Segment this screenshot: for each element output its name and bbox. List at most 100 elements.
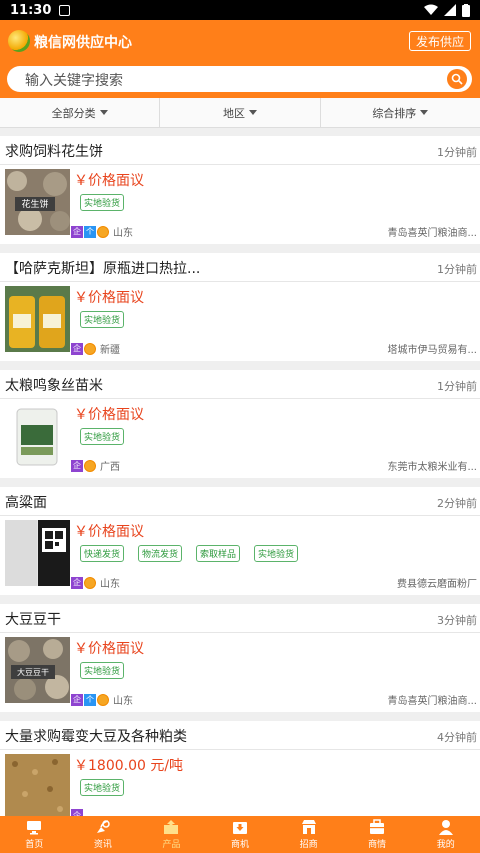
item-time: 1分钟前: [437, 263, 477, 276]
product-thumbnail: [5, 754, 70, 820]
tab-market[interactable]: 商情: [343, 816, 412, 853]
tag: 实地验货: [80, 662, 125, 679]
tab-label: 产品: [162, 840, 181, 850]
item-time: 1分钟前: [437, 380, 477, 393]
item-title: 大量求购霉变大豆及各种粕类: [5, 729, 187, 745]
satellite-icon: [96, 820, 110, 833]
item-badges: 企 山东: [71, 575, 120, 590]
item-tags: 实地验货: [80, 428, 125, 445]
publish-supply-button[interactable]: 发布供应: [409, 31, 471, 51]
tab-label: 我的: [436, 840, 455, 850]
search-input[interactable]: 输入关键字搜索: [25, 70, 123, 90]
item-time: 3分钟前: [437, 614, 477, 627]
company-badge-icon: 企: [71, 459, 83, 472]
divider: [0, 632, 480, 633]
list-item[interactable]: 大量求购霉变大豆及各种粕类 4分钟前 ￥1800.00 元/吨 实地验货 企: [0, 721, 480, 829]
filter-label: 全部分类: [51, 106, 96, 120]
item-price: ￥1800.00 元/吨: [74, 758, 184, 774]
item-title: 求购饲料花生饼: [5, 144, 103, 160]
company-badge-icon: 企: [71, 225, 83, 238]
item-region: 广西: [100, 462, 120, 473]
tag: 实地验货: [80, 311, 125, 328]
caret-down-icon: [99, 110, 108, 115]
status-time: 11:30: [10, 2, 52, 18]
filter-label: 地区: [222, 106, 245, 120]
company-badge-icon: 企: [71, 576, 83, 589]
gold-badge-icon: [84, 576, 96, 589]
divider: [0, 164, 480, 165]
app-title: 粮信网供应中心: [34, 35, 132, 51]
battery-icon: [462, 3, 470, 17]
list-item[interactable]: 太粮鸣象丝苗米 1分钟前 ￥价格面议 实地验货 企 广西 东莞市太粮米业有...: [0, 370, 480, 478]
wifi-icon: [424, 4, 438, 15]
product-thumbnail: [5, 286, 70, 352]
tab-label: 资讯: [93, 840, 112, 850]
gold-badge-icon: [84, 342, 96, 355]
search-icon: [451, 73, 463, 85]
tab-label: 招商: [299, 840, 318, 850]
item-title: 高粱面: [5, 495, 47, 511]
product-thumbnail: [5, 520, 70, 586]
status-bar: 11:30: [0, 0, 480, 20]
search-bar[interactable]: 输入关键字搜索: [7, 66, 472, 92]
tab-opportunities[interactable]: 商机: [206, 816, 275, 853]
status-icons: [424, 3, 470, 17]
item-badges: 企 个 山东: [71, 224, 133, 239]
filter-region[interactable]: 地区: [160, 98, 321, 127]
item-tags: 快递发货 物流发货 索取样品 实地验货: [80, 545, 299, 562]
item-company: 塔城市伊马贸易有...: [387, 345, 477, 356]
search-button[interactable]: [447, 69, 467, 89]
thumb-label: 花生饼: [21, 198, 48, 210]
list-item[interactable]: 求购饲料花生饼 1分钟前 花生饼 ￥价格面议 实地验货 企 个 山东 青岛喜英门…: [0, 136, 480, 244]
tag: 快递发货: [80, 545, 125, 562]
filter-sort[interactable]: 综合排序: [321, 98, 480, 127]
list-item[interactable]: 大豆豆干 3分钟前 大豆豆干 ￥价格面议 实地验货 企 个 山东 青岛喜英门粮油…: [0, 604, 480, 712]
filter-bar: 全部分类 地区 综合排序: [0, 98, 480, 128]
item-price: ￥价格面议: [74, 407, 144, 423]
item-badges: 企 广西: [71, 458, 120, 473]
item-price: ￥价格面议: [74, 641, 144, 657]
item-tags: 实地验货: [80, 194, 125, 211]
monitor-icon: [27, 821, 42, 835]
item-region: 山东: [113, 696, 133, 707]
divider: [0, 749, 480, 750]
shop-icon: [301, 820, 316, 834]
item-tags: 实地验货: [80, 779, 125, 796]
divider: [0, 398, 480, 399]
tab-label: 商机: [231, 840, 250, 850]
product-thumbnail: 花生饼: [5, 169, 70, 235]
tab-investment[interactable]: 招商: [274, 816, 343, 853]
item-price: ￥价格面议: [74, 173, 144, 189]
tab-products[interactable]: 产品: [137, 816, 206, 853]
list-item[interactable]: 高粱面 2分钟前 ￥价格面议 快递发货 物流发货 索取样品 实地验货 企 山东 …: [0, 487, 480, 595]
caret-down-icon: [420, 110, 429, 115]
item-company: 青岛喜英门粮油商...: [387, 228, 477, 239]
tab-mine[interactable]: 我的: [411, 816, 480, 853]
thumb-label: 大豆豆干: [17, 667, 49, 677]
app-logo-icon: [8, 30, 30, 52]
download-box-icon: [233, 822, 248, 834]
item-time: 4分钟前: [437, 731, 477, 744]
item-company: 费县德云磨面粉厂: [397, 579, 477, 590]
tab-news[interactable]: 资讯: [69, 816, 138, 853]
personal-badge-icon: 个: [84, 225, 96, 238]
gold-badge-icon: [84, 459, 96, 472]
tag: 物流发货: [138, 545, 183, 562]
list-item[interactable]: 【哈萨克斯坦】原瓶进口热拉... 1分钟前 ￥价格面议 实地验货 企 新疆 塔城…: [0, 253, 480, 361]
item-title: 太粮鸣象丝苗米: [5, 378, 103, 394]
caret-down-icon: [248, 110, 257, 115]
tag: 实地验货: [80, 779, 125, 796]
item-time: 1分钟前: [437, 146, 477, 159]
gold-badge-icon: [97, 693, 109, 706]
filter-category[interactable]: 全部分类: [0, 98, 161, 127]
upload-box-icon: [164, 820, 179, 834]
item-company: 青岛喜英门粮油商...: [387, 696, 477, 707]
item-company: 东莞市太粮米业有...: [387, 462, 477, 473]
filter-label: 综合排序: [372, 106, 417, 120]
gold-badge-icon: [97, 225, 109, 238]
product-thumbnail: 大豆豆干: [5, 637, 70, 703]
person-icon: [438, 820, 453, 835]
item-region: 新疆: [100, 345, 120, 356]
tag: 实地验货: [80, 428, 125, 445]
tab-home[interactable]: 首页: [0, 816, 69, 853]
